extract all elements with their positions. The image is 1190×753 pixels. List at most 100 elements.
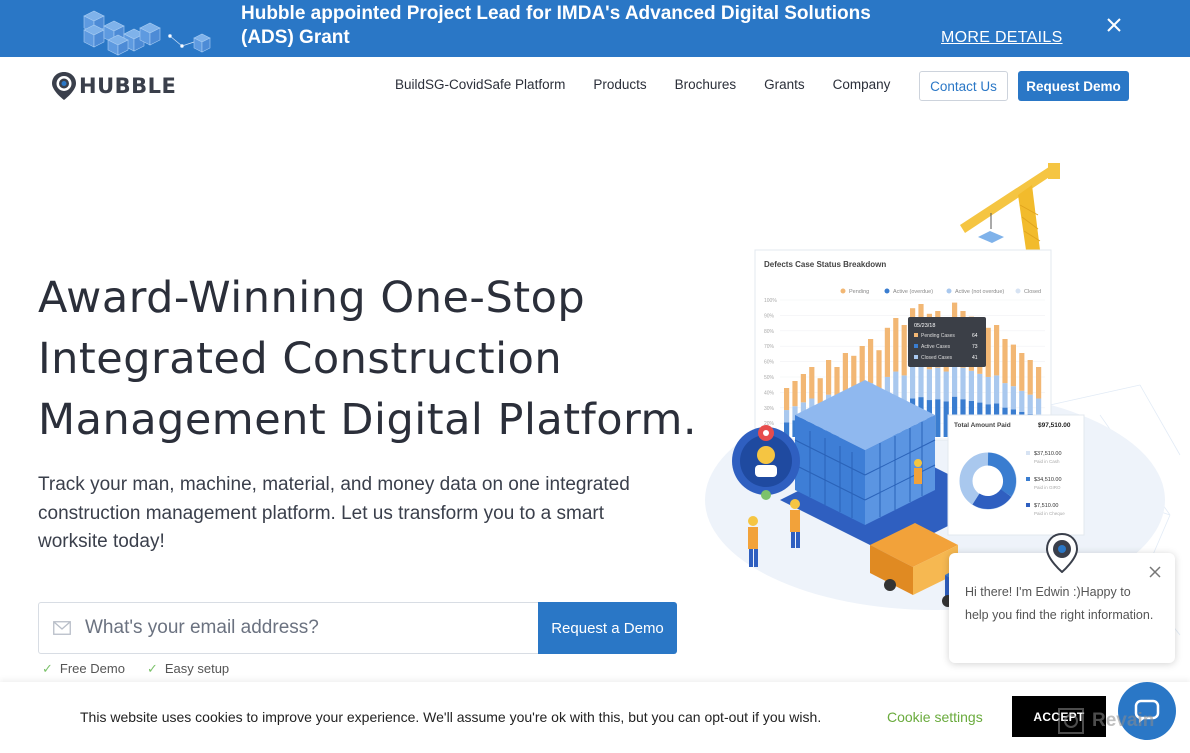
y-tick-label: 80% (764, 329, 775, 335)
feature-checks: ✓ Free Demo ✓ Easy setup (42, 661, 229, 677)
tooltip-value: 73 (972, 344, 978, 350)
checkmark-icon: ✓ (42, 661, 53, 676)
mail-icon (53, 621, 71, 635)
cookie-settings-link[interactable]: Cookie settings (887, 709, 983, 725)
y-tick-label: 50% (764, 375, 775, 381)
legend-label: Pending (849, 289, 869, 295)
chart-bar-segment (784, 388, 790, 411)
tooltip-label: Pending Cases (921, 333, 955, 339)
check-item: ✓ Easy setup (147, 661, 229, 677)
chart-bar-segment (926, 369, 932, 401)
legend-label: Active (not overdue) (955, 289, 1004, 295)
chart-bar-segment (884, 327, 890, 377)
chart-card-title: Defects Case Status Breakdown (764, 260, 886, 269)
chat-popup: Hi there! I'm Edwin :)Happy to help you … (949, 533, 1175, 663)
nav-item-products[interactable]: Products (593, 77, 646, 92)
chart-tooltip: 05/23/18 Pending Cases 64 Active Cases 7… (908, 317, 986, 367)
nav-item-brochures[interactable]: Brochures (675, 77, 737, 92)
chart-bar-segment (1010, 386, 1016, 410)
chart-bar-segment (994, 375, 1000, 404)
payment-swatch (1026, 477, 1030, 481)
tooltip-swatch (914, 355, 918, 359)
isometric-blocks-graphic (83, 10, 211, 56)
chat-message: Hi there! I'm Edwin :)Happy to help you … (965, 585, 1154, 622)
tooltip-value: 64 (972, 333, 978, 339)
chart-bar-segment (1019, 353, 1025, 391)
checkmark-icon: ✓ (146, 661, 158, 676)
chart-bar-segment (935, 367, 941, 400)
hero-title-line: Integrated Construction (38, 334, 563, 384)
legend-swatch (884, 288, 890, 294)
watermark: Revain (1056, 706, 1154, 736)
watermark-text: Revain (1092, 710, 1155, 731)
check-item: ✓ Free Demo (42, 661, 125, 677)
payment-method: Paid in GIRO (1034, 485, 1061, 490)
cookie-banner: This website uses cookies to improve you… (0, 682, 1190, 753)
cookie-message: This website uses cookies to improve you… (80, 709, 822, 725)
payment-swatch (1026, 451, 1030, 455)
chart-bar-segment (876, 350, 882, 390)
payment-total: $97,510.00 (1038, 422, 1071, 429)
chart-bar-segment (994, 325, 1000, 376)
close-icon[interactable] (1103, 14, 1125, 36)
payment-amount: $7,510.00 (1034, 503, 1058, 509)
y-tick-label: 70% (764, 344, 775, 350)
tooltip-label: Closed Cases (921, 355, 953, 361)
chart-bar-segment (893, 318, 899, 372)
tooltip-swatch (914, 344, 918, 348)
nav-item-buildsg[interactable]: BuildSG-CovidSafe Platform (395, 77, 565, 92)
tooltip-label: Active Cases (921, 344, 951, 350)
hubble-pin-icon (52, 72, 76, 100)
legend-swatch (840, 288, 846, 294)
chart-bar-segment (826, 360, 832, 395)
email-input[interactable] (85, 613, 525, 643)
chart-bar-segment (800, 374, 806, 403)
request-a-demo-button[interactable]: Request a Demo (538, 602, 677, 654)
chart-bar-segment (1002, 383, 1008, 408)
chart-bar-segment (1027, 360, 1033, 395)
request-demo-button[interactable]: Request Demo (1018, 71, 1129, 101)
chart-bar-segment (968, 370, 974, 401)
nav-item-company[interactable]: Company (833, 77, 891, 92)
payment-amount: $34,510.00 (1034, 477, 1062, 483)
legend-swatch (1015, 288, 1021, 294)
chart-bar-segment (960, 367, 966, 400)
chart-bar-segment (784, 410, 790, 423)
payment-card: Total Amount Paid $97,510.00 $37,510.00 … (947, 414, 1085, 536)
chart-bar-segment (977, 373, 983, 403)
chart-bar-segment (809, 367, 815, 399)
payment-method: Paid in Cash (1034, 459, 1060, 464)
chart-bar-segment (1027, 394, 1033, 414)
announcement-banner: Hubble appointed Project Lead for IMDA's… (0, 0, 1190, 57)
payment-amount: $37,510.00 (1034, 451, 1062, 457)
payment-swatch (1026, 503, 1030, 507)
more-details-link[interactable]: MORE DETAILS (941, 29, 1063, 47)
chart-bar-segment (943, 371, 949, 402)
hero-title: Award-Winning One-Stop Integrated Constr… (38, 268, 698, 451)
chart-bar-segment (952, 363, 958, 397)
chart-bar-segment (1036, 367, 1042, 399)
legend-label: Active (overdue) (893, 289, 933, 295)
payment-card-title: Total Amount Paid (954, 422, 1011, 429)
chatbot-avatar-icon (1045, 533, 1079, 573)
close-icon[interactable] (1147, 564, 1163, 580)
nav-links: BuildSG-CovidSafe Platform Products Broc… (395, 77, 890, 92)
nav-item-grants[interactable]: Grants (764, 77, 805, 92)
legend-label: Closed (1024, 289, 1041, 295)
chart-bar-segment (918, 363, 924, 398)
contact-us-button[interactable]: Contact Us (919, 71, 1008, 101)
hubble-logo[interactable]: HUBBLE (51, 71, 176, 101)
chart-bar-segment (792, 381, 798, 407)
hero-subtitle: Track your man, machine, material, and m… (38, 474, 630, 552)
top-navbar: HUBBLE BuildSG-CovidSafe Platform Produc… (0, 57, 1190, 115)
chart-bar-segment (842, 353, 848, 391)
hero-title-line: Management Digital Platform. (38, 395, 698, 445)
revain-logo-icon (1058, 708, 1084, 734)
chart-bar-segment (817, 378, 823, 405)
chart-bar-segment (910, 366, 916, 399)
email-form: Request a Demo (38, 602, 677, 654)
chart-bar-segment (1010, 344, 1016, 387)
y-tick-label: 90% (764, 313, 775, 319)
y-tick-label: 30% (764, 406, 775, 412)
logo-text: HUBBLE (79, 74, 177, 98)
